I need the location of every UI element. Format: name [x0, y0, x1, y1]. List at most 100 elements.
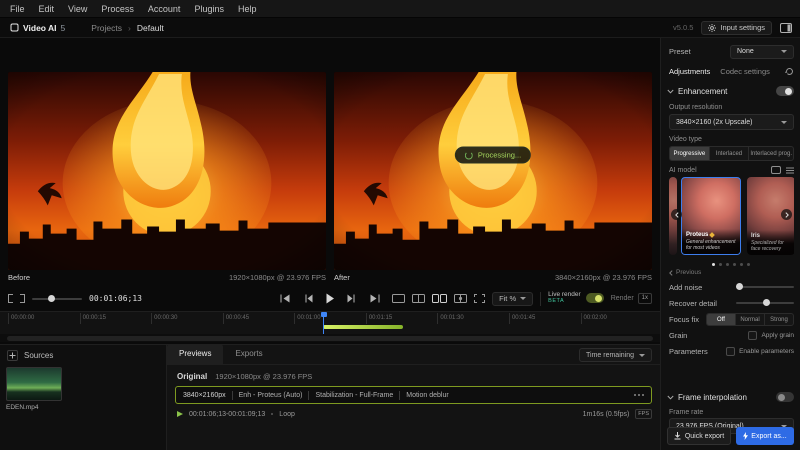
previous-label: Previous: [676, 269, 701, 276]
chevron-left-icon: [669, 270, 673, 276]
loop-label: Loop: [279, 411, 295, 418]
video-type-interlaced-prog[interactable]: Interlaced prog.: [749, 147, 793, 160]
menu-account[interactable]: Account: [148, 4, 181, 14]
grid-view-icon[interactable]: [771, 166, 781, 174]
timeline-ruler[interactable]: 00:00:00 00:00:15 00:00:30 00:00:45 00:0…: [8, 313, 652, 324]
enhancement-toggle[interactable]: [776, 86, 794, 96]
app-version: 5: [61, 23, 66, 33]
preview-resolution: 3840×2160px: [183, 392, 226, 399]
menu-bar: File Edit View Process Account Plugins H…: [0, 0, 800, 18]
frame-interpolation-toggle[interactable]: [776, 392, 794, 402]
carousel-dots[interactable]: [661, 259, 800, 268]
mark-in-button[interactable]: [8, 294, 13, 303]
apply-grain-checkbox[interactable]: [748, 331, 757, 340]
frame-interpolation-section-title[interactable]: Frame interpolation: [678, 393, 747, 402]
focus-fix-normal[interactable]: Normal: [736, 314, 765, 325]
fullscreen-icon[interactable]: [474, 294, 485, 303]
parameters-label: Parameters: [669, 347, 708, 356]
play-icon[interactable]: [177, 411, 183, 417]
carousel-previous-button[interactable]: [671, 209, 682, 220]
after-resolution: 3840×2160px @ 23.976 FPS: [555, 273, 652, 284]
output-resolution-dropdown[interactable]: 3840×2160 (2x Upscale): [669, 114, 794, 130]
chevron-down-icon[interactable]: [667, 89, 674, 94]
reset-icon[interactable]: [785, 67, 794, 76]
split-view-icon[interactable]: [412, 294, 425, 303]
app-name: Video AI: [23, 23, 57, 33]
focus-fix-off[interactable]: Off: [707, 314, 736, 325]
previous-frame-button[interactable]: [303, 294, 314, 303]
preset-label: Preset: [669, 47, 691, 56]
bolt-icon: [743, 432, 748, 440]
sunset-scene-image: [334, 72, 652, 270]
quick-export-button[interactable]: Quick export: [667, 427, 731, 445]
tab-exports[interactable]: Exports: [223, 344, 274, 364]
timeline[interactable]: 00:00:00 00:00:15 00:00:30 00:00:45 00:0…: [0, 311, 660, 342]
menu-help[interactable]: Help: [238, 4, 257, 14]
input-settings-button[interactable]: Input settings: [701, 21, 772, 35]
preview-zoom-slider[interactable]: [32, 294, 82, 304]
model-name: Iris: [751, 233, 760, 239]
live-render-toggle[interactable]: [586, 293, 604, 303]
menu-process[interactable]: Process: [101, 4, 134, 14]
timeline-tick: 00:01:30: [437, 313, 509, 324]
timeline-tick: 00:01:15: [366, 313, 438, 324]
menu-plugins[interactable]: Plugins: [194, 4, 224, 14]
time-remaining-label: Time remaining: [586, 352, 634, 359]
render-control[interactable]: Render 1x: [611, 293, 652, 304]
breadcrumb-current[interactable]: Default: [137, 23, 164, 33]
tab-previews[interactable]: Previews: [167, 344, 223, 364]
before-preview[interactable]: [8, 72, 326, 270]
add-noise-slider[interactable]: [736, 282, 794, 292]
model-card-proteus[interactable]: Proteus General enhancement for most vid…: [681, 177, 741, 255]
menu-file[interactable]: File: [10, 4, 25, 14]
transport-bar: 00:01:06;13: [8, 288, 652, 309]
after-preview[interactable]: Processing...: [334, 72, 652, 270]
menu-edit[interactable]: Edit: [39, 4, 55, 14]
preview-range-bar: [323, 325, 402, 329]
timeline-tick: 00:02:00: [581, 313, 653, 324]
preview-range: 00:01:06;13-00:01:09;13: [189, 411, 265, 418]
preview-item[interactable]: 3840×2160px Enh - Proteus (Auto) Stabili…: [175, 386, 652, 404]
menu-view[interactable]: View: [68, 4, 87, 14]
mark-out-button[interactable]: [20, 294, 25, 303]
time-remaining-dropdown[interactable]: Time remaining: [579, 348, 652, 362]
chevron-down-icon[interactable]: [667, 395, 674, 400]
focus-fix-strong[interactable]: Strong: [765, 314, 793, 325]
more-options-icon[interactable]: [634, 394, 644, 396]
timeline-tick: 00:00:15: [80, 313, 152, 324]
enhancement-section-title[interactable]: Enhancement: [678, 87, 727, 96]
list-view-icon[interactable]: [786, 167, 794, 174]
sunset-scene-image: [8, 72, 326, 270]
enable-parameters-checkbox[interactable]: [726, 347, 735, 356]
playhead[interactable]: [323, 312, 324, 334]
export-as-button[interactable]: Export as...: [736, 427, 794, 445]
breadcrumb-separator: ›: [128, 23, 131, 33]
fit-zoom-dropdown[interactable]: Fit %: [492, 292, 533, 306]
compare-slider-view-icon[interactable]: [454, 294, 467, 303]
original-info: Original 1920×1080px @ 23.976 FPS: [177, 372, 312, 381]
panel-toggle-icon[interactable]: [780, 23, 792, 33]
video-type-progressive[interactable]: Progressive: [670, 147, 710, 160]
single-view-icon[interactable]: [392, 294, 405, 303]
timeline-tick: 00:01:00: [294, 313, 366, 324]
tab-adjustments[interactable]: Adjustments: [669, 67, 710, 76]
settings-sidebar: Preset None Adjustments Codec settings E…: [660, 38, 800, 450]
timeline-scrollbar[interactable]: [0, 334, 660, 342]
breadcrumb-projects[interactable]: Projects: [91, 23, 122, 33]
next-frame-button[interactable]: [347, 294, 358, 303]
tab-codec-settings[interactable]: Codec settings: [720, 67, 770, 76]
focus-fix-label: Focus fix: [669, 315, 699, 324]
skip-to-start-button[interactable]: [280, 294, 291, 303]
add-source-button[interactable]: [7, 350, 18, 361]
carousel-previous-link[interactable]: Previous: [669, 269, 701, 276]
source-thumbnail[interactable]: [6, 367, 62, 401]
skip-to-end-button[interactable]: [370, 294, 381, 303]
side-by-side-view-icon[interactable]: [432, 294, 447, 303]
video-type-interlaced[interactable]: Interlaced: [710, 147, 750, 160]
recover-detail-slider[interactable]: [736, 298, 794, 308]
header-bar: Video AI 5 Projects › Default v5.0.5 Inp…: [0, 18, 800, 38]
play-button[interactable]: [326, 293, 335, 304]
carousel-next-button[interactable]: [781, 209, 792, 220]
enable-parameters-label: Enable parameters: [739, 348, 794, 355]
preset-dropdown[interactable]: None: [730, 45, 794, 59]
